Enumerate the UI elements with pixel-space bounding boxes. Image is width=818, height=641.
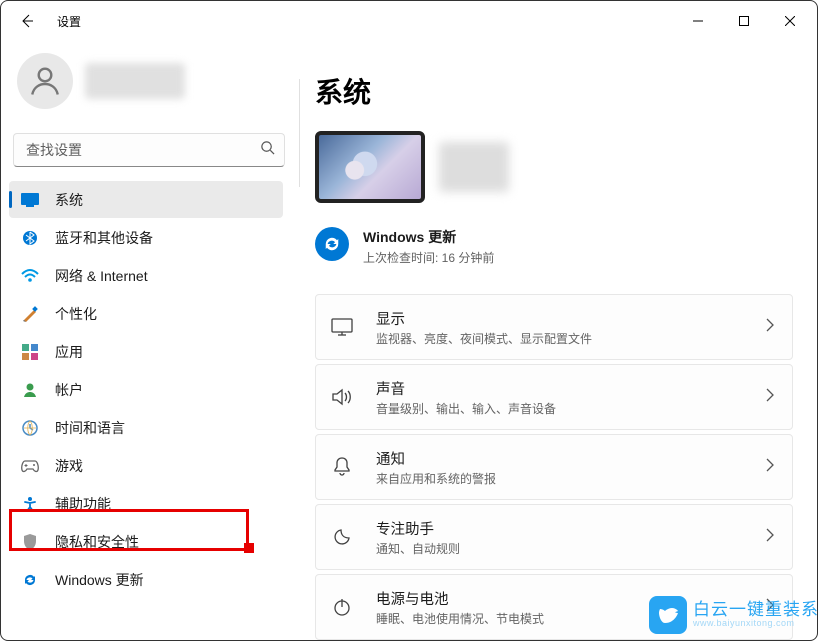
card-sub: 监视器、亮度、夜间模式、显示配置文件: [376, 330, 744, 347]
system-icon: [21, 191, 39, 209]
power-icon: [330, 598, 354, 616]
bluetooth-icon: [21, 229, 39, 247]
chevron-right-icon: [766, 318, 774, 337]
sidebar-item-label: 应用: [55, 342, 83, 362]
sidebar-item-label: 帐户: [55, 380, 83, 400]
avatar: [17, 53, 73, 109]
sidebar-item-network[interactable]: 网络 & Internet: [9, 257, 283, 294]
setting-card-power[interactable]: 电源与电池 睡眠、电池使用情况、节电模式: [315, 574, 793, 640]
card-title: 专注助手: [376, 518, 744, 539]
sidebar-item-gaming[interactable]: 游戏: [9, 447, 283, 484]
card-title: 电源与电池: [376, 588, 744, 609]
time-icon: [21, 419, 39, 437]
nav-list: 系统 蓝牙和其他设备 网络 & Internet 个性化 应用 帐户: [9, 181, 283, 598]
sidebar-item-account[interactable]: 帐户: [9, 371, 283, 408]
sidebar-item-label: 时间和语言: [55, 418, 125, 438]
update-title: Windows 更新: [363, 227, 494, 247]
account-icon: [21, 381, 39, 399]
sidebar-item-label: 个性化: [55, 304, 97, 324]
windows-update-summary[interactable]: Windows 更新 上次检查时间: 16 分钟前: [315, 227, 793, 266]
apps-icon: [21, 343, 39, 361]
app-title: 设置: [57, 13, 81, 30]
search-input[interactable]: [13, 133, 285, 167]
sidebar-divider: [299, 79, 300, 187]
setting-card-notifications[interactable]: 通知 来自应用和系统的警报: [315, 434, 793, 500]
card-sub: 音量级别、输出、输入、声音设备: [376, 400, 744, 417]
page-title: 系统: [315, 71, 793, 111]
minimize-button[interactable]: [675, 5, 721, 37]
device-info-row[interactable]: [315, 131, 793, 203]
accessibility-icon: [21, 495, 39, 513]
sidebar-item-apps[interactable]: 应用: [9, 333, 283, 370]
update-subtitle: 上次检查时间: 16 分钟前: [363, 249, 494, 266]
maximize-button[interactable]: [721, 5, 767, 37]
personalize-icon: [21, 305, 39, 323]
device-name-redacted: [439, 142, 509, 192]
annotation-highlight-dot: [244, 543, 254, 553]
sidebar-item-label: 隐私和安全性: [55, 532, 139, 552]
setting-card-display[interactable]: 显示 监视器、亮度、夜间模式、显示配置文件: [315, 294, 793, 360]
card-title: 显示: [376, 308, 744, 329]
card-title: 声音: [376, 378, 744, 399]
search-icon: [260, 140, 275, 160]
chevron-right-icon: [766, 598, 774, 617]
sidebar-item-accessibility[interactable]: 辅助功能: [9, 485, 283, 522]
sidebar-item-bluetooth[interactable]: 蓝牙和其他设备: [9, 219, 283, 256]
sidebar-item-label: Windows 更新: [55, 570, 144, 590]
card-sub: 来自应用和系统的警报: [376, 470, 744, 487]
setting-card-focus[interactable]: 专注助手 通知、自动规则: [315, 504, 793, 570]
gaming-icon: [21, 457, 39, 475]
window-controls: [675, 5, 813, 37]
card-sub: 通知、自动规则: [376, 540, 744, 557]
close-button[interactable]: [767, 5, 813, 37]
content: 系统 Windows 更新 上次检查时间: 16 分钟前 显示 监视器、亮度、夜…: [301, 41, 817, 640]
sidebar-item-label: 蓝牙和其他设备: [55, 228, 153, 248]
sidebar-item-label: 系统: [55, 190, 83, 210]
update-status-icon: [315, 227, 349, 261]
chevron-right-icon: [766, 388, 774, 407]
sidebar-item-personalize[interactable]: 个性化: [9, 295, 283, 332]
titlebar: 设置: [1, 1, 817, 41]
focus-icon: [330, 528, 354, 546]
sidebar: 系统 蓝牙和其他设备 网络 & Internet 个性化 应用 帐户: [1, 41, 301, 640]
back-button[interactable]: [13, 7, 41, 35]
search-box: [13, 133, 285, 167]
card-sub: 睡眠、电池使用情况、节电模式: [376, 610, 744, 627]
sidebar-item-label: 网络 & Internet: [55, 266, 148, 286]
setting-card-sound[interactable]: 声音 音量级别、输出、输入、声音设备: [315, 364, 793, 430]
sidebar-item-privacy[interactable]: 隐私和安全性: [9, 523, 283, 560]
network-icon: [21, 267, 39, 285]
user-name-redacted: [85, 63, 185, 99]
sidebar-item-time[interactable]: 时间和语言: [9, 409, 283, 446]
sidebar-item-update[interactable]: Windows 更新: [9, 561, 283, 598]
chevron-right-icon: [766, 528, 774, 547]
notifications-icon: [330, 457, 354, 477]
display-icon: [330, 318, 354, 336]
card-title: 通知: [376, 448, 744, 469]
sidebar-item-label: 游戏: [55, 456, 83, 476]
privacy-icon: [21, 533, 39, 551]
user-block[interactable]: [9, 45, 289, 125]
device-thumbnail: [315, 131, 425, 203]
settings-list: 显示 监视器、亮度、夜间模式、显示配置文件 声音 音量级别、输出、输入、声音设备…: [315, 294, 793, 640]
update-icon: [21, 571, 39, 589]
sidebar-item-label: 辅助功能: [55, 494, 111, 514]
sidebar-item-system[interactable]: 系统: [9, 181, 283, 218]
chevron-right-icon: [766, 458, 774, 477]
sound-icon: [330, 388, 354, 406]
